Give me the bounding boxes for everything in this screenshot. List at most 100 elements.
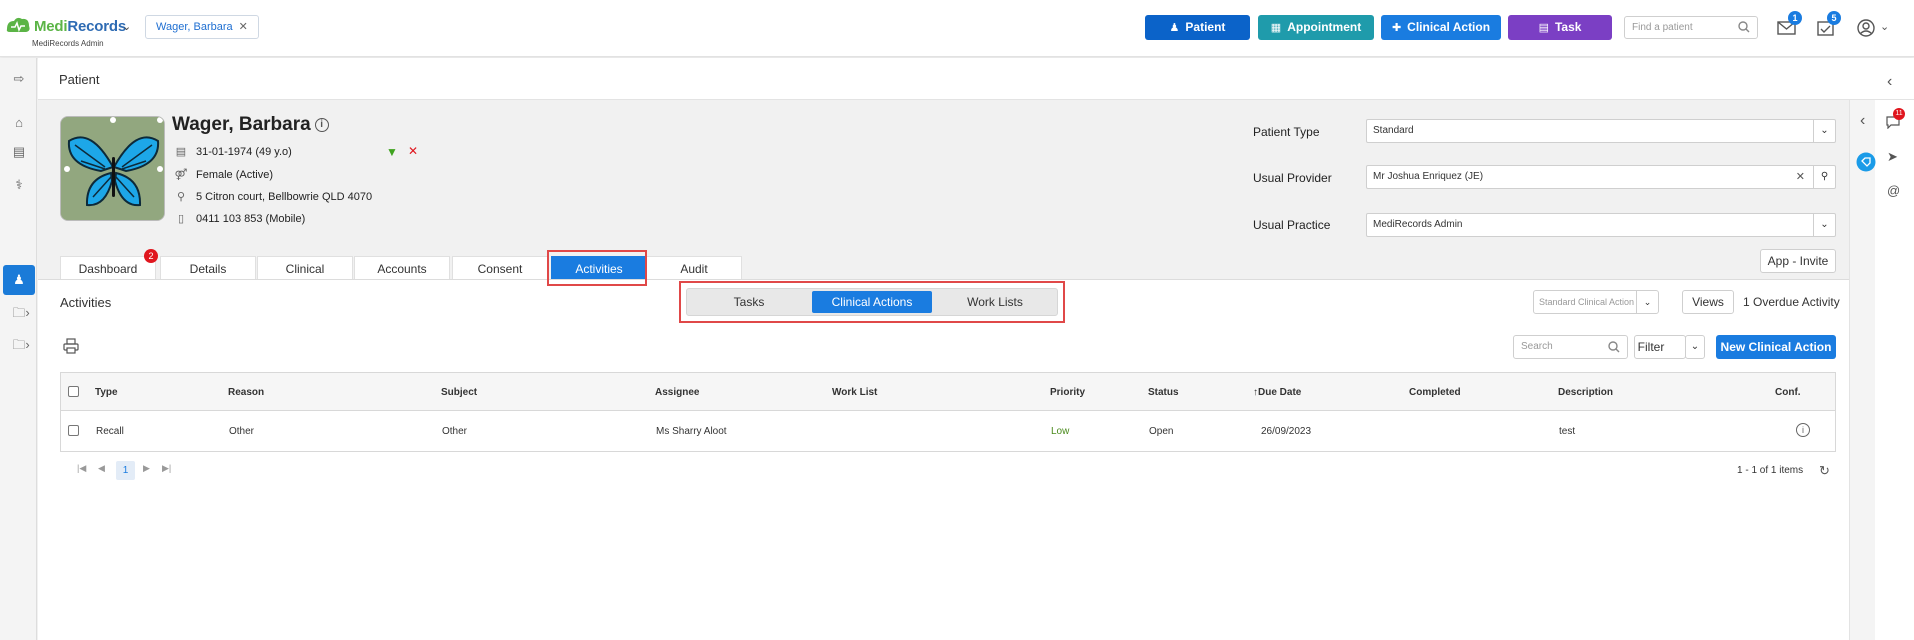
new-clinical-action-button[interactable]: ✚ Clinical Action (1381, 15, 1501, 40)
filter-button[interactable]: Filter (1634, 335, 1686, 359)
app-invite-button[interactable]: App - Invite (1760, 249, 1836, 273)
chevron-down-icon[interactable]: ⌄ (1636, 291, 1658, 313)
new-task-button[interactable]: ▤ Task (1508, 15, 1612, 40)
col-work-list[interactable]: Work List (832, 387, 877, 398)
col-status[interactable]: Status (1148, 387, 1179, 398)
no-smoking-icon: ✕ (408, 144, 419, 158)
tab-accounts[interactable]: Accounts (354, 256, 450, 280)
next-page-icon[interactable]: ▶ (143, 463, 150, 474)
brand-name[interactable]: MediRecords (34, 18, 126, 35)
patients-icon[interactable]: ♟ (10, 271, 28, 289)
views-button[interactable]: Views (1682, 290, 1734, 314)
cell-due-date: 26/09/2023 (1261, 426, 1312, 437)
page-number-current[interactable]: 1 (116, 461, 135, 480)
at-sign-icon[interactable]: @ (1887, 183, 1900, 198)
mobile-phone-icon: ▯ (177, 213, 185, 225)
col-completed[interactable]: Completed (1409, 387, 1461, 398)
select-all-checkbox[interactable] (68, 386, 79, 397)
usual-practice-select[interactable]: MediRecords Admin ⌄ (1366, 213, 1836, 237)
cell-priority: Low (1051, 426, 1070, 437)
col-priority[interactable]: Priority (1050, 387, 1085, 398)
brand-subtitle: MediRecords Admin (32, 39, 104, 48)
home-icon[interactable]: ⌂ (10, 114, 28, 132)
tab-dashboard[interactable]: Dashboard (60, 256, 156, 280)
mail-count-badge: 1 (1788, 11, 1802, 25)
user-chevron-down-icon[interactable]: ⌄ (1880, 20, 1889, 33)
col-description[interactable]: Description (1558, 387, 1613, 398)
cell-assignee: Ms Sharry Aloot (656, 426, 727, 437)
usual-provider-input[interactable]: Mr Joshua Enriquez (JE) ✕ ⚲ (1366, 165, 1836, 189)
expand-menu-icon[interactable]: ⇨ (10, 70, 28, 88)
overdue-activity-count: 1 Overdue Activity (1743, 295, 1840, 309)
col-due-date[interactable]: ↑Due Date (1253, 387, 1301, 398)
new-clinical-action-button[interactable]: New Clinical Action (1716, 335, 1836, 359)
search-icon (1608, 341, 1620, 353)
tabs-divider (38, 279, 1849, 280)
activities-search-input[interactable]: Search (1513, 335, 1628, 359)
clinical-action-type-select[interactable]: Standard Clinical Action ⌄ (1533, 290, 1659, 314)
find-patient-input[interactable]: Find a patient (1624, 16, 1758, 39)
collapse-right-panel-icon[interactable]: ‹ (1887, 73, 1892, 91)
dashboard-alert-badge: 2 (144, 249, 158, 263)
col-assignee[interactable]: Assignee (655, 387, 699, 398)
segment-highlight (679, 281, 1065, 323)
search-icon[interactable]: ⚲ (1813, 166, 1835, 188)
last-page-icon[interactable]: ▶| (162, 463, 171, 474)
user-avatar-icon[interactable] (1857, 19, 1875, 37)
first-page-icon[interactable]: |◀ (77, 463, 86, 474)
folder-icon[interactable]: 🗀› (8, 304, 34, 322)
patient-phone-row: ▯ 0411 103 853 (Mobile) (174, 212, 305, 225)
col-conf[interactable]: Conf. (1775, 387, 1801, 398)
clipboard-icon: ▤ (1538, 22, 1549, 34)
tab-clinical[interactable]: Clinical (257, 256, 353, 280)
left-nav-rail: ⇨ ⌂ ▤ ⚕ ♟ 🗀› 🗀› (0, 58, 37, 640)
open-patient-chip-label: Wager, Barbara (156, 21, 233, 33)
activities-panel (38, 279, 1849, 640)
print-icon[interactable] (63, 338, 79, 354)
cocktail-glass-icon: ▼ (386, 145, 398, 159)
info-icon[interactable]: i (314, 117, 329, 132)
cake-icon: ▤ (175, 146, 187, 158)
pager-summary: 1 - 1 of 1 items (1737, 465, 1804, 476)
refresh-icon[interactable]: ↻ (1819, 463, 1830, 479)
folder-settings-icon[interactable]: 🗀› (8, 336, 34, 354)
col-subject[interactable]: Subject (441, 387, 477, 398)
confidential-info-icon[interactable]: i (1796, 423, 1810, 437)
cell-subject: Other (442, 426, 468, 437)
pin-icon[interactable]: ➤ (1887, 149, 1898, 165)
clear-icon[interactable]: ✕ (1796, 166, 1805, 188)
close-icon[interactable]: ✕ (239, 21, 248, 33)
tab-audit[interactable]: Audit (646, 256, 742, 280)
stethoscope-icon[interactable]: ⚕ (10, 176, 28, 194)
calendar-icon[interactable]: ▤ (10, 143, 28, 161)
patient-gender-row: ⚤ Female (Active) (174, 169, 274, 181)
tag-icon[interactable] (1856, 152, 1876, 172)
patient-type-select[interactable]: Standard ⌄ (1366, 119, 1836, 143)
patient-photo[interactable] (60, 116, 165, 221)
previous-page-icon[interactable]: ◀ (98, 463, 105, 474)
chevron-left-icon[interactable]: ‹ (1860, 112, 1865, 130)
location-pin-icon: ⚲ (176, 191, 186, 203)
patient-dob-row: ▤ 31-01-1974 (49 y.o) (175, 146, 292, 158)
right-rail-top (1849, 58, 1914, 100)
tab-consent[interactable]: Consent (452, 256, 548, 280)
usual-provider-label: Usual Provider (1253, 171, 1332, 185)
right-tools-strip (1849, 100, 1875, 640)
patient-name: Wager, Barbara i (172, 114, 329, 136)
brand-chevron-down-icon[interactable]: ⌄ (122, 20, 131, 33)
col-type[interactable]: Type (95, 387, 118, 398)
filter-chevron-down-icon[interactable]: ⌄ (1685, 335, 1705, 359)
top-header: MediRecords ⌄ MediRecords Admin Wager, B… (0, 0, 1914, 57)
chevron-down-icon[interactable]: ⌄ (1813, 120, 1835, 142)
col-reason[interactable]: Reason (228, 387, 264, 398)
tasks-count-badge: 5 (1827, 11, 1841, 25)
cell-type[interactable]: Recall (96, 426, 124, 437)
new-appointment-button[interactable]: ▦ Appointment (1258, 15, 1374, 40)
medical-bag-icon: ✚ (1391, 22, 1402, 34)
chevron-down-icon[interactable]: ⌄ (1813, 214, 1835, 236)
new-patient-button[interactable]: ♟ Patient (1145, 15, 1250, 40)
tab-details[interactable]: Details (160, 256, 256, 280)
open-patient-chip[interactable]: Wager, Barbara ✕ (145, 15, 259, 39)
clinical-actions-table: Type Reason Subject Assignee Work List P… (60, 372, 1836, 452)
row-checkbox[interactable] (68, 425, 79, 436)
